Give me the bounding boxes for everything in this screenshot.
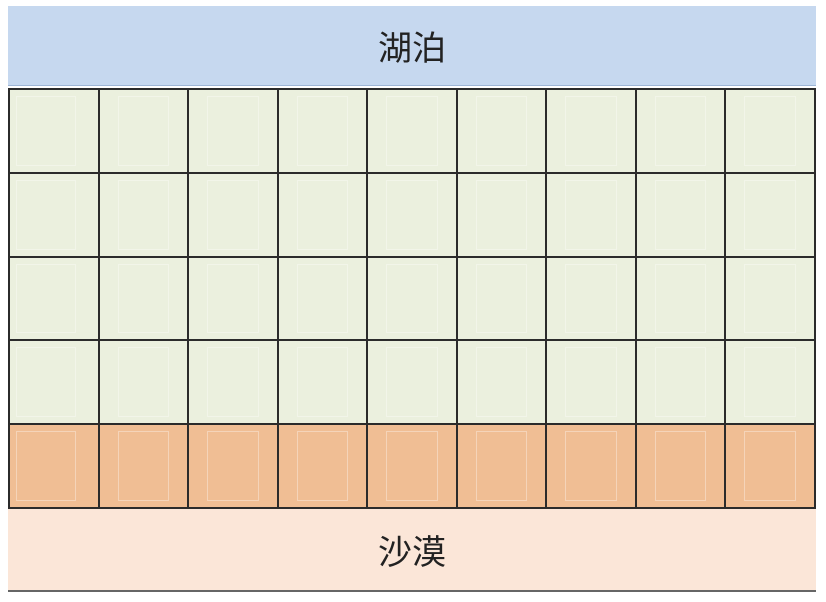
sand-cell bbox=[457, 425, 546, 507]
vegetation-cell bbox=[457, 257, 546, 340]
vegetation-cell bbox=[547, 257, 635, 340]
vegetation-cell bbox=[10, 341, 98, 424]
vegetation-cell bbox=[278, 257, 367, 340]
vegetation-cell bbox=[368, 173, 456, 256]
vegetation-cell bbox=[99, 173, 188, 256]
vegetation-cell bbox=[10, 90, 98, 172]
vegetation-cell bbox=[726, 341, 814, 424]
vegetation-cell bbox=[457, 90, 546, 172]
vegetation-cell bbox=[636, 257, 725, 340]
vegetation-cell bbox=[278, 173, 367, 256]
vegetation-cell bbox=[189, 257, 277, 340]
vegetation-cell bbox=[368, 90, 456, 172]
sand-cell bbox=[368, 425, 456, 507]
vegetation-cell bbox=[636, 90, 725, 172]
vegetation-cell bbox=[99, 90, 188, 172]
vegetation-cell bbox=[278, 90, 367, 172]
vegetation-cell bbox=[636, 173, 725, 256]
lake-label: 湖泊 bbox=[378, 29, 446, 69]
vegetation-cell bbox=[726, 257, 814, 340]
vegetation-cell bbox=[10, 173, 98, 256]
lake-band: 湖泊 bbox=[8, 6, 816, 86]
vegetation-cell bbox=[189, 341, 277, 424]
plot-grid bbox=[8, 88, 816, 509]
vegetation-cell bbox=[457, 341, 546, 424]
sand-cell bbox=[726, 425, 814, 507]
vegetation-cell bbox=[726, 173, 814, 256]
vegetation-cell bbox=[547, 341, 635, 424]
vegetation-cell bbox=[636, 341, 725, 424]
sand-cell bbox=[99, 425, 188, 507]
vegetation-cell bbox=[547, 90, 635, 172]
vegetation-cell bbox=[457, 173, 546, 256]
vegetation-cell bbox=[726, 90, 814, 172]
vegetation-cell bbox=[189, 173, 277, 256]
vegetation-cell bbox=[547, 173, 635, 256]
sand-cell bbox=[547, 425, 635, 507]
vegetation-cell bbox=[368, 257, 456, 340]
sand-cell bbox=[189, 425, 277, 507]
sand-cell bbox=[10, 425, 98, 507]
vegetation-cell bbox=[368, 341, 456, 424]
vegetation-cell bbox=[99, 257, 188, 340]
sand-cell bbox=[278, 425, 367, 507]
vegetation-cell bbox=[10, 257, 98, 340]
sand-cell bbox=[636, 425, 725, 507]
land-zones-diagram: 湖泊 沙漠 bbox=[8, 6, 816, 592]
desert-label: 沙漠 bbox=[378, 533, 446, 573]
vegetation-cell bbox=[278, 341, 367, 424]
vegetation-cell bbox=[189, 90, 277, 172]
desert-band: 沙漠 bbox=[8, 509, 816, 592]
vegetation-cell bbox=[99, 341, 188, 424]
